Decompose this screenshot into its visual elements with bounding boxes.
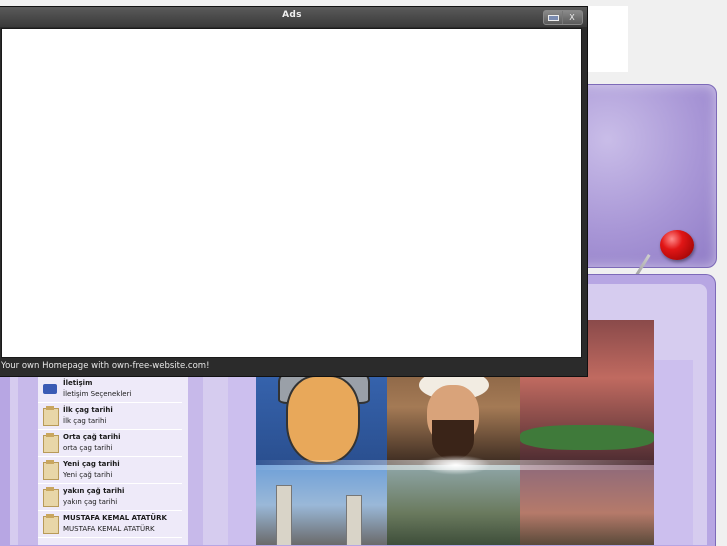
menu-item-ataturk[interactable]: MUSTAFA KEMAL ATATÜRK MUSTAFA KEMAL ATAT… — [38, 511, 182, 538]
city-photo — [387, 465, 520, 545]
face-shape — [286, 375, 360, 464]
menu-item-title[interactable]: yakın çağ tarihi — [63, 484, 182, 497]
menu-item-orta-cag[interactable]: Orta çağ tarihi orta çag tarihi — [38, 430, 182, 457]
folder-icon — [43, 460, 59, 480]
tower-shape — [276, 485, 292, 545]
menu-item-title[interactable]: Orta çağ tarihi — [63, 430, 182, 443]
menu-item-title[interactable]: İlk çag tarihi — [63, 403, 182, 416]
menu-item-yeni-cag[interactable]: Yeni çag tarihi Yeni çağ tarihi — [38, 457, 182, 484]
light-glow — [421, 455, 491, 475]
ads-status-link[interactable]: Your own Homepage with own-free-website.… — [1, 359, 581, 374]
menu-item-subtitle: İlk çag tarihi — [63, 417, 107, 425]
beard-shape — [432, 420, 474, 460]
towers-photo — [256, 465, 387, 545]
window-controls: X — [543, 10, 583, 25]
folder-icon — [43, 406, 59, 426]
tree-row — [520, 425, 654, 450]
folder-icon — [43, 487, 59, 507]
menu-item-subtitle: orta çag tarihi — [63, 444, 113, 452]
menu-item-yakin-cag[interactable]: yakın çağ tarihi yakın çag tarihi — [38, 484, 182, 511]
menu-item-ilk-cag[interactable]: İlk çag tarihi İlk çag tarihi — [38, 403, 182, 430]
computer-icon — [43, 384, 57, 394]
menu-item-title[interactable]: Yeni çag tarihi — [63, 457, 182, 470]
close-button[interactable]: X — [563, 11, 581, 24]
ads-window: Ads X Your own Homepage with own-free-we… — [0, 6, 588, 377]
ads-window-title: Ads — [282, 10, 302, 20]
menu-item-title[interactable]: MUSTAFA KEMAL ATATÜRK — [63, 511, 182, 524]
folder-icon — [43, 514, 59, 534]
folder-icon — [43, 433, 59, 453]
ads-content-area[interactable] — [1, 28, 582, 358]
menu-item-subtitle: MUSTAFA KEMAL ATATÜRK — [63, 525, 155, 533]
menu-item-title[interactable]: İletişim — [63, 376, 182, 389]
palace-photo — [520, 465, 654, 545]
minimize-icon — [547, 14, 559, 21]
sidebar-menu: İletişim İletişim Seçenekleri İlk çag ta… — [38, 376, 182, 538]
menu-item-iletisim[interactable]: İletişim İletişim Seçenekleri — [38, 376, 182, 403]
pushpin-icon — [660, 230, 694, 260]
menu-item-subtitle: yakın çag tarihi — [63, 498, 118, 506]
page-top-background — [585, 6, 628, 72]
menu-item-subtitle: Yeni çağ tarihi — [63, 471, 113, 479]
minimize-button[interactable] — [544, 11, 563, 24]
menu-item-subtitle: İletişim Seçenekleri — [63, 390, 132, 398]
ads-window-titlebar[interactable]: Ads X — [0, 7, 587, 27]
tower-shape — [346, 495, 362, 545]
